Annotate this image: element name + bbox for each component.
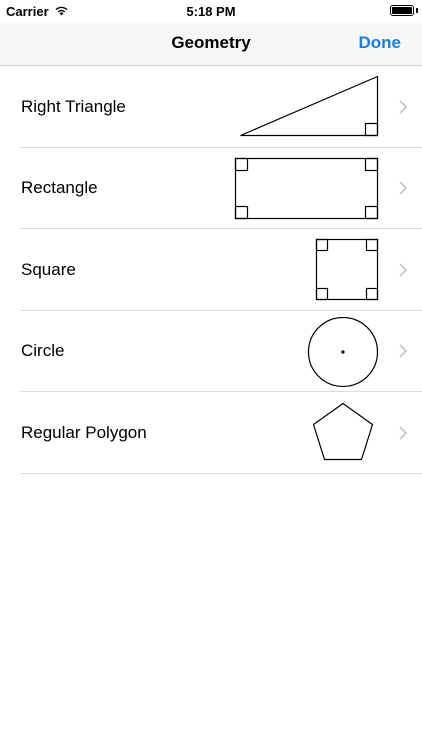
status-bar: Carrier 5:18 PM [0,0,422,22]
list-item-circle[interactable]: Circle [0,311,422,393]
right-triangle-icon [240,75,379,137]
list-item-label: Rectangle [21,178,98,198]
chevron-right-icon [399,344,408,358]
square-icon [315,238,379,301]
chevron-right-icon [399,181,408,195]
battery-icon [390,5,414,16]
list-item-label: Right Triangle [21,96,126,116]
list-item-right-triangle[interactable]: Right Triangle [0,66,422,148]
list-item-label: Regular Polygon [21,422,147,442]
shape-list: Right Triangle Rectangle Square Circle R… [0,66,422,474]
list-item-label: Circle [21,341,65,361]
rectangle-icon [234,157,379,219]
circle-icon [307,316,379,387]
chevron-right-icon [399,100,408,114]
done-button[interactable]: Done [359,33,402,53]
battery-fill [392,7,412,14]
chevron-right-icon [399,426,408,440]
battery-tip [416,8,418,13]
status-time: 5:18 PM [186,4,236,19]
pentagon-icon [312,402,374,461]
chevron-right-icon [399,263,408,277]
list-item-regular-polygon[interactable]: Regular Polygon [0,392,422,474]
list-item-label: Square [21,259,76,279]
list-item-square[interactable]: Square [0,229,422,311]
navigation-bar: Geometry Done [0,22,422,66]
list-item-rectangle[interactable]: Rectangle [0,148,422,230]
